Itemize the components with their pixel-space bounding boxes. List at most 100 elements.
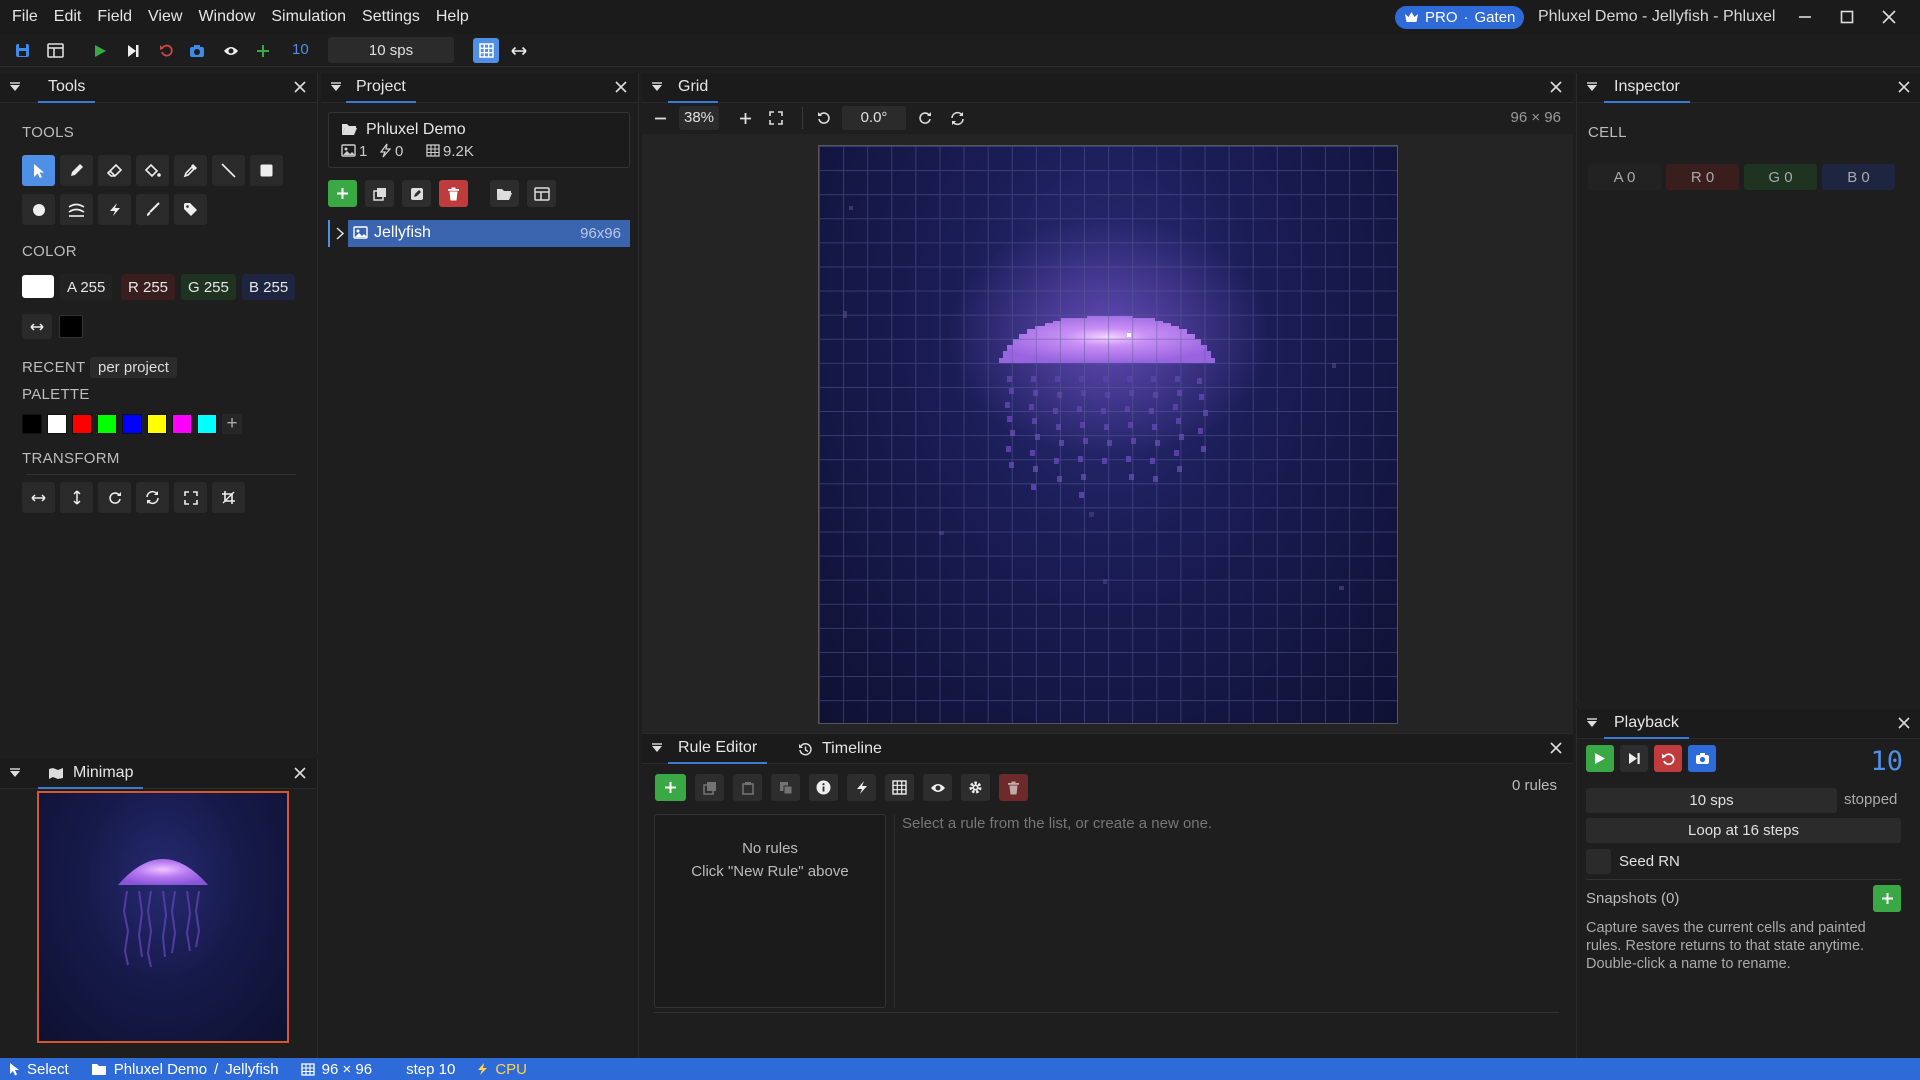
rule-list[interactable]: No rules Click "New Rule" above [654, 814, 886, 1008]
rule-info-button[interactable] [809, 774, 838, 801]
tab-rule-editor[interactable]: Rule Editor [668, 734, 768, 764]
close-icon[interactable] [1549, 80, 1563, 94]
save-button[interactable] [9, 38, 35, 63]
grid-toggle-button[interactable] [473, 38, 499, 63]
collapse-icon[interactable] [650, 81, 664, 95]
collapse-icon[interactable] [8, 767, 22, 781]
menu-settings[interactable]: Settings [355, 0, 427, 34]
rule-preview-button[interactable] [923, 774, 952, 801]
duplicate-rule-button[interactable] [695, 774, 724, 801]
rule-trigger-button[interactable] [847, 774, 876, 801]
gradient-tool[interactable] [60, 194, 93, 225]
tab-playback[interactable]: Playback [1604, 709, 1689, 739]
menu-edit[interactable]: Edit [47, 0, 89, 34]
line-tool[interactable] [212, 155, 245, 186]
zoom-out-button[interactable] [654, 112, 667, 125]
palette-swatch-red[interactable] [72, 414, 92, 434]
pencil-tool[interactable] [60, 155, 93, 186]
collapse-icon[interactable] [650, 742, 664, 756]
paste-rule-button[interactable] [771, 774, 800, 801]
playback-speed-field[interactable]: 10 sps [1586, 788, 1837, 813]
copy-rule-button[interactable] [733, 774, 762, 801]
reset-rotation-button[interactable] [950, 111, 965, 126]
swap-colors-button[interactable] [22, 314, 52, 339]
project-card[interactable]: Phluxel Demo 1 0 9.2K [328, 112, 630, 168]
preview-button[interactable] [218, 38, 244, 63]
rotation-field[interactable]: 0.0° [842, 106, 906, 130]
tab-minimap[interactable]: Minimap [38, 759, 144, 789]
ellipse-tool[interactable] [22, 194, 55, 225]
pro-badge[interactable]: PRO · Gaten [1395, 6, 1525, 29]
add-button[interactable] [250, 38, 276, 63]
chevron-right-icon[interactable] [336, 227, 344, 240]
rotate-cw-button[interactable] [918, 111, 932, 125]
rotate-ccw-button[interactable] [817, 111, 831, 125]
flip-vertical-button[interactable] [60, 482, 93, 513]
layout-button[interactable] [527, 180, 556, 207]
close-icon[interactable] [1897, 716, 1911, 730]
new-rule-button[interactable] [655, 774, 686, 801]
rule-tool[interactable] [98, 194, 131, 225]
palette-swatch-blue[interactable] [122, 414, 142, 434]
tab-grid[interactable]: Grid [668, 73, 719, 103]
loop-setting[interactable]: Loop at 16 steps [1586, 818, 1901, 843]
status-project[interactable]: Phluxel Demo [114, 1061, 207, 1078]
rectangle-tool[interactable] [250, 155, 283, 186]
palette-swatch-magenta[interactable] [172, 414, 192, 434]
collapse-icon[interactable] [329, 81, 343, 95]
delete-button[interactable] [439, 180, 468, 207]
collapse-icon[interactable] [1585, 717, 1599, 731]
tab-timeline[interactable]: Timeline [788, 734, 892, 764]
close-icon[interactable] [1897, 80, 1911, 94]
recent-scope[interactable]: per project [90, 357, 177, 378]
menu-help[interactable]: Help [429, 0, 476, 34]
delete-rule-button[interactable] [999, 774, 1028, 801]
zoom-in-button[interactable] [739, 112, 752, 125]
alpha-channel[interactable]: A 255 [60, 274, 113, 300]
play-button[interactable] [87, 38, 113, 63]
palette-swatch-yellow[interactable] [147, 414, 167, 434]
maximize-button[interactable] [1826, 0, 1868, 34]
reset-button[interactable] [153, 38, 179, 63]
menu-view[interactable]: View [141, 0, 189, 34]
select-tool[interactable] [22, 155, 55, 186]
playback-step-button[interactable] [1620, 745, 1648, 772]
red-channel[interactable]: R 255 [121, 274, 176, 300]
tab-project[interactable]: Project [346, 73, 416, 103]
tab-tools[interactable]: Tools [38, 73, 96, 103]
fit-view-button[interactable] [769, 111, 783, 125]
step-button[interactable] [120, 38, 146, 63]
tab-inspector[interactable]: Inspector [1604, 73, 1690, 103]
palette-swatch-white[interactable] [47, 414, 67, 434]
fit-button[interactable] [174, 482, 207, 513]
close-window-button[interactable] [1868, 0, 1910, 34]
menu-file[interactable]: File [5, 0, 45, 34]
save-as-button[interactable] [42, 38, 68, 63]
close-icon[interactable] [293, 766, 307, 780]
palette-swatch-cyan[interactable] [197, 414, 217, 434]
seed-checkbox[interactable] [1586, 849, 1611, 874]
menu-simulation[interactable]: Simulation [264, 0, 353, 34]
zoom-level[interactable]: 38% [679, 106, 719, 130]
duplicate-button[interactable] [365, 180, 394, 207]
swap-button[interactable] [506, 38, 532, 63]
crop-button[interactable] [212, 482, 245, 513]
brush-tool[interactable] [136, 194, 169, 225]
add-snapshot-button[interactable] [1873, 885, 1901, 912]
minimize-button[interactable] [1784, 0, 1826, 34]
grid-canvas[interactable] [818, 145, 1398, 724]
rename-button[interactable] [402, 180, 431, 207]
minimap-viewport[interactable] [37, 791, 289, 1043]
rotate-cw-button[interactable] [98, 482, 131, 513]
snapshot-button[interactable] [184, 38, 210, 63]
playback-play-button[interactable] [1586, 745, 1614, 772]
eraser-tool[interactable] [98, 155, 131, 186]
collapse-icon[interactable] [8, 81, 22, 95]
flip-horizontal-button[interactable] [22, 482, 55, 513]
new-field-button[interactable] [328, 180, 357, 207]
collapse-icon[interactable] [1585, 81, 1599, 95]
close-icon[interactable] [1549, 741, 1563, 755]
green-channel[interactable]: G 255 [181, 274, 236, 300]
rotate-both-button[interactable] [136, 482, 169, 513]
playback-reset-button[interactable] [1654, 745, 1682, 772]
